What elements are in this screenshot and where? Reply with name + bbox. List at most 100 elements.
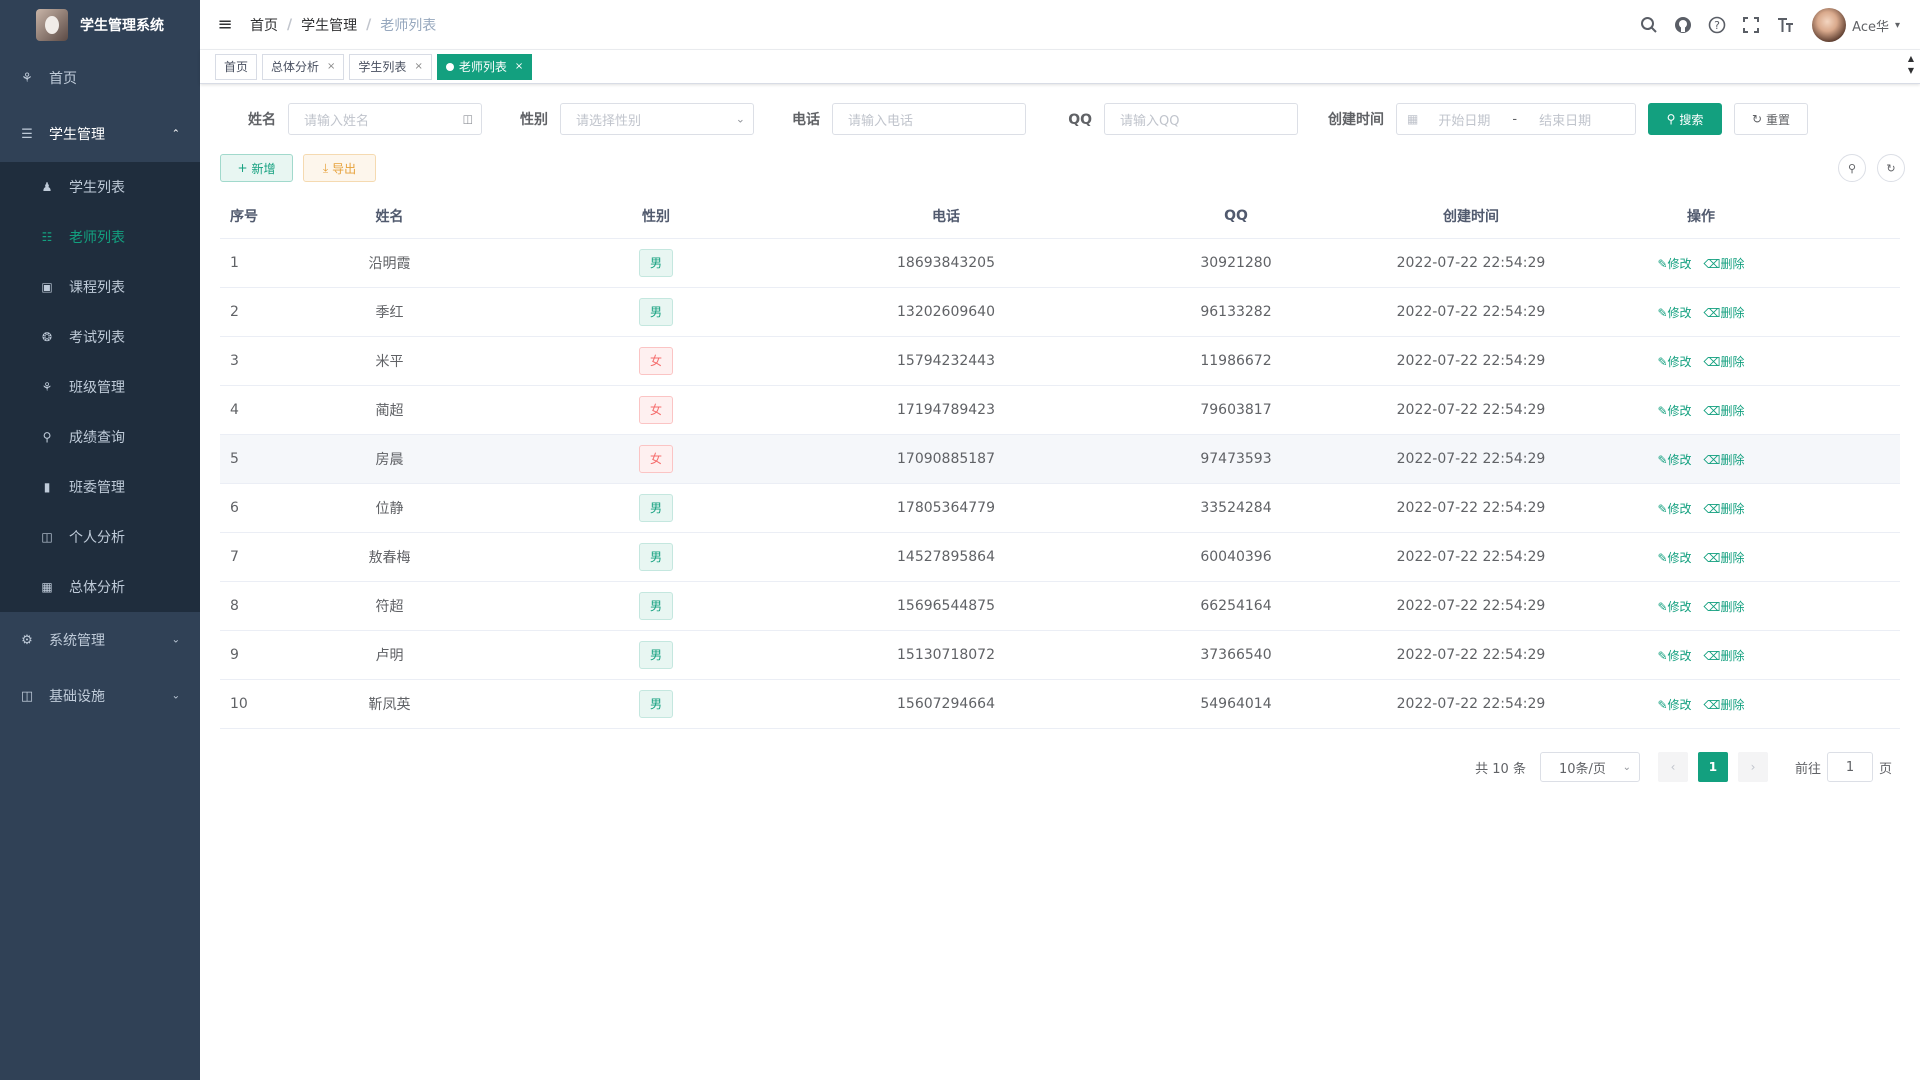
goto-page-input[interactable]: 1 <box>1826 752 1873 782</box>
tag-home[interactable]: 首页 <box>215 53 258 80</box>
page-size-select[interactable]: 10条/页 ⌄ <box>1539 752 1640 782</box>
cell-phone: 17194789423 <box>897 402 995 418</box>
sidebar-item-system-mgmt[interactable]: ⚙ 系统管理 ⌄ <box>0 612 200 668</box>
delete-button[interactable]: ⌫删除 <box>1704 355 1745 369</box>
date-range-picker[interactable]: ▦ 开始日期 - 结束日期 <box>1396 103 1636 135</box>
delete-button[interactable]: ⌫删除 <box>1704 404 1745 418</box>
reset-button[interactable]: ↻ 重置 <box>1734 103 1808 135</box>
delete-button[interactable]: ⌫删除 <box>1704 453 1745 467</box>
breadcrumb-separator: / <box>287 16 293 33</box>
sidebar-item-score-query[interactable]: ⚲ 成绩查询 <box>0 412 200 462</box>
close-icon[interactable]: × <box>414 61 422 72</box>
close-icon[interactable]: × <box>515 61 523 72</box>
edit-button[interactable]: ✎修改 <box>1657 698 1691 712</box>
edit-button[interactable]: ✎修改 <box>1657 355 1691 369</box>
edit-button[interactable]: ✎修改 <box>1657 453 1691 467</box>
avatar[interactable] <box>1812 8 1847 42</box>
breadcrumb-home[interactable]: 首页 <box>250 15 278 35</box>
breadcrumb-student-mgmt[interactable]: 学生管理 <box>301 15 357 35</box>
delete-button[interactable]: ⌫删除 <box>1704 698 1745 712</box>
refresh-icon: ↻ <box>1886 161 1896 175</box>
sidebar-item-committee-mgmt[interactable]: ▮ 班委管理 <box>0 462 200 512</box>
toggle-search-button[interactable]: ⚲ <box>1838 154 1866 182</box>
search-icon[interactable] <box>1632 16 1666 34</box>
cell-name: 卢明 <box>375 648 404 664</box>
user-name[interactable]: Ace华 <box>1852 16 1889 35</box>
prev-page-button[interactable]: ‹ <box>1657 752 1688 782</box>
export-button[interactable]: ⤓ 导出 <box>303 154 376 182</box>
delete-button[interactable]: ⌫删除 <box>1704 257 1745 271</box>
tag-teacher-list[interactable]: 老师列表 × <box>436 53 533 80</box>
delete-button[interactable]: ⌫删除 <box>1704 502 1745 516</box>
sidebar-item-class-mgmt[interactable]: ⚘ 班级管理 <box>0 362 200 412</box>
edit-button[interactable]: ✎修改 <box>1657 600 1691 614</box>
delete-button[interactable]: ⌫删除 <box>1704 551 1745 565</box>
sidebar-item-teacher-list[interactable]: ☷ 老师列表 <box>0 212 200 262</box>
edit-label: 修改 <box>1667 452 1692 467</box>
cell-phone: 13202609640 <box>897 304 995 320</box>
teacher-table: 序号 姓名 性别 电话 QQ 创建时间 操作 1 沿明霞男 18693843205 3… <box>220 193 1900 729</box>
sidebar-item-label: 学生管理 <box>49 127 105 143</box>
table-body: 1 沿明霞男 18693843205 30921280 2022-07-22 22:54… <box>220 239 1900 729</box>
sidebar-item-student-list[interactable]: ♟ 学生列表 <box>0 162 200 212</box>
sidebar-item-student-mgmt[interactable]: ☰ 学生管理 ⌃ <box>0 106 200 162</box>
qq-input[interactable]: 请输入QQ <box>1104 103 1298 135</box>
close-icon[interactable]: × <box>327 61 335 72</box>
edit-label: 修改 <box>1667 354 1692 369</box>
committee-icon: ▮ <box>43 480 51 494</box>
delete-button[interactable]: ⌫删除 <box>1704 306 1745 320</box>
table-row: 9 卢明 男 15130718072 37366540 2022-07-22 22:54:… <box>220 631 1900 680</box>
caret-down-icon[interactable]: ▾ <box>1895 20 1900 31</box>
sidebar-item-label: 课程列表 <box>69 280 125 296</box>
tag-overall-analysis[interactable]: 总体分析 × <box>262 53 345 80</box>
chart-icon: ◫ <box>41 530 53 544</box>
tag-student-list[interactable]: 学生列表 × <box>349 53 432 80</box>
edit-button[interactable]: ✎修改 <box>1657 502 1691 516</box>
help-icon[interactable]: ? <box>1700 16 1734 34</box>
sidebar-item-home[interactable]: ⚘ 首页 <box>0 50 200 106</box>
phone-input[interactable]: 请输入电话 <box>832 103 1026 135</box>
edit-button[interactable]: ✎修改 <box>1657 551 1691 565</box>
cell-actions: ✎修改 ⌫删除 <box>1561 304 1841 321</box>
edit-label: 修改 <box>1667 501 1692 516</box>
tag-label: 学生列表 <box>358 60 407 74</box>
sidebar-item-overall-analysis[interactable]: ▦ 总体分析 <box>0 562 200 612</box>
sidebar-item-label: 考试列表 <box>69 330 125 346</box>
add-button[interactable]: + 新增 <box>220 154 293 182</box>
cell-name: 沿明霞 <box>368 256 411 272</box>
search-button[interactable]: ⚲ 搜索 <box>1648 103 1722 135</box>
cell-name: 房晨 <box>375 452 404 468</box>
delete-button[interactable]: ⌫删除 <box>1704 649 1745 663</box>
edit-button[interactable]: ✎修改 <box>1657 257 1691 271</box>
cell-phone: 17805364779 <box>897 500 995 516</box>
sidebar-logo[interactable]: 学生管理系统 <box>0 0 200 50</box>
sidebar-item-personal-analysis[interactable]: ◫ 个人分析 <box>0 512 200 562</box>
end-date-placeholder[interactable]: 结束日期 <box>1539 110 1591 129</box>
start-date-placeholder[interactable]: 开始日期 <box>1438 110 1490 129</box>
sidebar-item-course-list[interactable]: ▣ 课程列表 <box>0 262 200 312</box>
gender-select[interactable]: 请选择性别 ⌄ <box>560 103 754 135</box>
github-icon[interactable] <box>1666 16 1700 34</box>
next-page-button[interactable]: › <box>1737 752 1768 782</box>
calendar-icon: ▦ <box>1407 112 1419 126</box>
refresh-button[interactable]: ↻ <box>1877 154 1905 182</box>
arrow-down-icon[interactable]: ▼ <box>1908 65 1914 77</box>
tags-scroll-arrows[interactable]: ▲ ▼ <box>1908 53 1914 77</box>
hamburger-icon[interactable]: ≡ <box>200 0 250 50</box>
edit-button[interactable]: ✎修改 <box>1657 649 1691 663</box>
chevron-down-icon: ⌄ <box>735 112 745 126</box>
font-size-icon[interactable] <box>1768 16 1802 34</box>
search-icon: ⚲ <box>42 430 52 444</box>
name-input[interactable]: 请输入姓名 ◫ <box>288 103 482 135</box>
edit-button[interactable]: ✎修改 <box>1657 306 1691 320</box>
arrow-up-icon[interactable]: ▲ <box>1908 53 1914 65</box>
sidebar-item-exam-list[interactable]: ❂ 考试列表 <box>0 312 200 362</box>
edit-icon: ✎ <box>1657 648 1668 663</box>
fullscreen-icon[interactable] <box>1734 16 1768 34</box>
delete-button[interactable]: ⌫删除 <box>1704 600 1745 614</box>
cell-gender: 男 <box>511 592 801 620</box>
name-label: 姓名 <box>248 112 276 128</box>
sidebar-item-infrastructure[interactable]: ◫ 基础设施 ⌄ <box>0 668 200 724</box>
page-number[interactable]: 1 <box>1697 752 1728 782</box>
edit-button[interactable]: ✎修改 <box>1657 404 1691 418</box>
